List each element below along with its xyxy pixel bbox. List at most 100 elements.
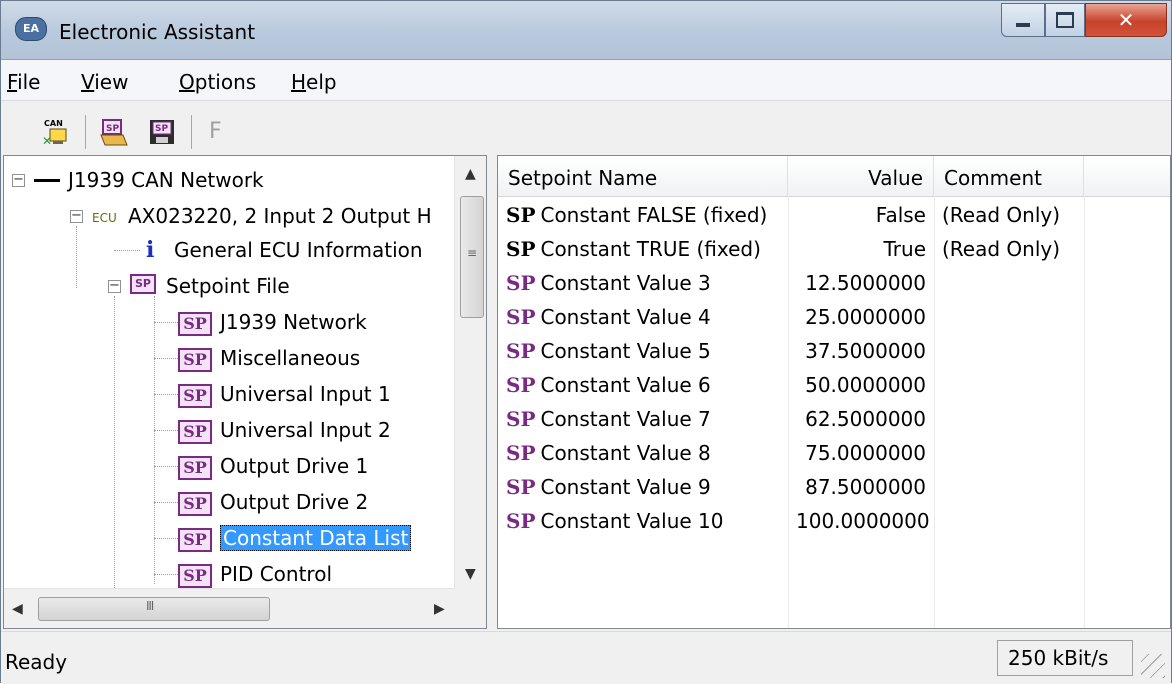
setpoint-comment-cell [934,436,1084,470]
table-row[interactable]: SP Constant Value 10 100.0000000 [498,504,1170,538]
minimize-icon [1016,23,1030,27]
collapse-icon[interactable]: − [12,173,25,187]
setpoint-value-cell[interactable]: 12.5000000 [788,266,934,300]
column-header-comment[interactable]: Comment [934,156,1084,196]
setpoint-list[interactable]: Setpoint Name Value Comment SP Constant F… [497,155,1171,629]
table-row[interactable]: SP Constant Value 9 87.5000000 [498,470,1170,504]
column-header-value[interactable]: Value [788,156,934,196]
setpoint-value-cell[interactable]: 62.5000000 [788,402,934,436]
setpoint-icon: SP [506,271,536,295]
tree-node-setpoint-group[interactable]: SP Output Drive 2 [178,484,368,520]
tree-node-setpoint-group[interactable]: SP J1939 Network [178,304,367,340]
table-row[interactable]: SP Constant Value 3 12.5000000 [498,266,1170,300]
ecu-icon: ECU [92,211,117,225]
scroll-left-icon[interactable]: ◀ [12,601,23,617]
menu-help-accel: H [291,70,307,94]
can-connect-icon[interactable]: CAN ✕ [41,117,71,148]
menu-options-accel: O [179,70,195,94]
tree-horizontal-scrollbar[interactable]: ◀ Ⅲ ▶ [4,588,454,628]
pane-splitter[interactable] [487,155,497,629]
tree-node-label: Output Drive 2 [220,490,369,514]
flash-button[interactable]: F [209,117,239,147]
close-button[interactable]: ✕ [1085,3,1167,37]
resize-grip[interactable] [1141,654,1165,678]
setpoint-comment-cell [934,470,1084,504]
table-row[interactable]: SP Constant Value 4 25.0000000 [498,300,1170,334]
setpoint-icon: SP [506,441,536,465]
setpoint-icon: SP [506,407,536,431]
table-row[interactable]: SP Constant Value 8 75.0000000 [498,436,1170,470]
tree-node-setpoint-group[interactable]: SP Constant Data List [178,520,412,556]
scroll-up-icon[interactable]: ▲ [465,166,476,182]
menu-options-label: ptions [194,70,257,94]
setpoint-icon: SP [178,419,212,444]
open-setpoint-icon[interactable]: SP [99,117,129,147]
setpoint-icon: SP [178,455,212,480]
setpoint-value-cell[interactable]: 87.5000000 [788,470,934,504]
setpoint-name: Constant Value 4 [540,305,711,329]
save-setpoint-icon[interactable]: SP [147,117,177,147]
tree-node-setpoint-group[interactable]: SP PID Control [178,556,332,592]
table-row[interactable]: SP Constant Value 6 50.0000000 [498,368,1170,402]
setpoint-comment-cell [934,504,1084,538]
setpoint-icon: SP [506,339,536,363]
app-icon[interactable]: EA [15,17,47,41]
window-controls: ✕ [1001,3,1167,39]
setpoint-value-cell[interactable]: True [788,232,934,266]
setpoint-name: Constant Value 5 [540,339,711,363]
setpoint-comment-cell [934,334,1084,368]
setpoint-name-cell: SP Constant FALSE (fixed) [498,198,788,232]
menu-view[interactable]: View [81,70,128,94]
tree-node-label: PID Control [220,562,333,586]
setpoint-value-cell[interactable]: 37.5000000 [788,334,934,368]
network-icon [34,179,60,182]
setpoint-name-cell: SP Constant Value 8 [498,436,788,470]
setpoint-value-cell[interactable]: 100.0000000 [788,504,934,538]
minimize-button[interactable] [1001,3,1045,37]
menu-view-accel: V [81,70,95,94]
collapse-icon[interactable]: − [108,279,121,293]
tree-node-label: Universal Input 2 [220,418,391,442]
info-icon: i [146,237,155,263]
menu-help[interactable]: Help [291,70,337,94]
tree-node-setpoint-group[interactable]: SP Universal Input 1 [178,376,391,412]
svg-text:SP: SP [155,124,168,134]
tree-node-setpoint-group[interactable]: SP Output Drive 1 [178,448,368,484]
ecu-tree[interactable]: − J1939 CAN Network − ECU AX023220, 2 In… [3,155,487,629]
maximize-icon [1056,12,1074,28]
setpoint-name: Constant FALSE (fixed) [540,203,768,227]
tree-node-label: Universal Input 1 [220,382,391,406]
title-bar[interactable]: EA Electronic Assistant ✕ [1,1,1171,60]
tree-vertical-scrollbar[interactable]: ▲ ≡ ▼ [454,156,486,588]
setpoint-value-cell[interactable]: 75.0000000 [788,436,934,470]
table-row[interactable]: SP Constant FALSE (fixed) False (Read Only) [498,198,1170,232]
tree-node-setpoint-group[interactable]: SP Universal Input 2 [178,412,391,448]
tree-node-setpoint-group[interactable]: SP Miscellaneous [178,340,360,376]
setpoint-icon: SP [506,475,536,499]
setpoint-name-cell: SP Constant Value 5 [498,334,788,368]
tree-node-label: Output Drive 1 [220,454,369,478]
collapse-icon[interactable]: − [70,209,83,223]
table-row[interactable]: SP Constant Value 5 37.5000000 [498,334,1170,368]
setpoint-name-cell: SP Constant Value 7 [498,402,788,436]
setpoint-value-cell[interactable]: 50.0000000 [788,368,934,402]
setpoint-comment-cell [934,402,1084,436]
scroll-right-icon[interactable]: ▶ [434,601,445,617]
menu-options[interactable]: Options [179,70,256,94]
setpoint-value-cell[interactable]: False [788,198,934,232]
svg-text:SP: SP [106,124,119,134]
tree-node-label: AX023220, 2 Input 2 Output H [128,204,432,228]
menu-file[interactable]: File [7,70,40,94]
setpoint-name: Constant Value 7 [540,407,711,431]
setpoint-comment-cell [934,266,1084,300]
scroll-down-icon[interactable]: ▼ [465,566,476,582]
table-row[interactable]: SP Constant Value 7 62.5000000 [498,402,1170,436]
setpoint-value-cell[interactable]: 25.0000000 [788,300,934,334]
setpoint-name-cell: SP Constant Value 3 [498,266,788,300]
app-window: EA Electronic Assistant ✕ File View Opti… [0,0,1172,684]
table-row[interactable]: SP Constant TRUE (fixed) True (Read Only) [498,232,1170,266]
column-header-name[interactable]: Setpoint Name [498,156,788,196]
setpoint-icon: SP [178,383,212,408]
setpoint-icon: SP [178,311,212,336]
maximize-button[interactable] [1045,3,1085,37]
